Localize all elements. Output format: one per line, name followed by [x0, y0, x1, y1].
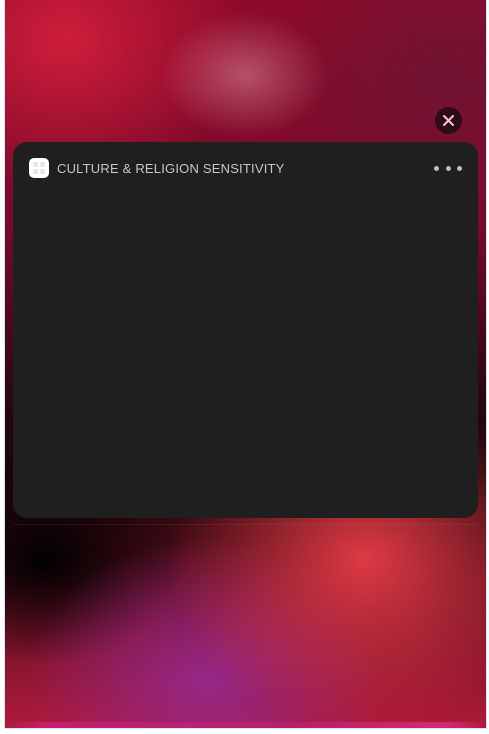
more-options-button[interactable] — [434, 158, 462, 178]
home-screen-background: CULTURE & RELIGION SENSITIVITY — [4, 0, 487, 729]
widget-title: CULTURE & RELIGION SENSITIVITY — [57, 160, 285, 176]
ellipsis-icon — [434, 165, 439, 171]
widget-card[interactable]: CULTURE & RELIGION SENSITIVITY — [13, 142, 478, 518]
divider — [13, 524, 478, 525]
close-icon — [443, 115, 454, 126]
widget-content-area — [13, 194, 478, 518]
app-grid-icon — [29, 158, 49, 178]
ellipsis-icon — [457, 165, 462, 171]
close-button[interactable] — [435, 107, 462, 134]
ellipsis-icon — [445, 165, 451, 171]
widget-header: CULTURE & RELIGION SENSITIVITY — [29, 158, 462, 178]
